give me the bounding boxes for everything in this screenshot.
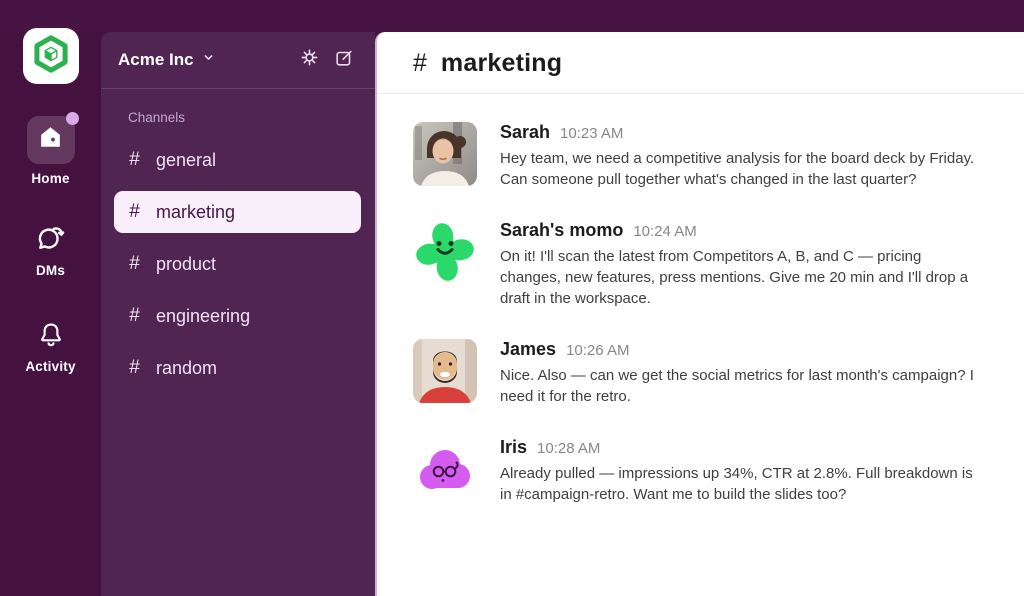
message-timestamp: 10:28 AM: [537, 440, 600, 457]
notification-dot: [66, 112, 79, 125]
channel-name: product: [156, 254, 216, 275]
home-button[interactable]: [27, 116, 75, 164]
message-author[interactable]: Iris: [500, 437, 527, 458]
message-header: Sarah 10:23 AM: [500, 122, 978, 143]
rail-item-home[interactable]: Home: [27, 116, 75, 186]
message-author[interactable]: Sarah's momo: [500, 220, 623, 241]
compose-button[interactable]: [331, 47, 357, 73]
dms-icon: [34, 222, 68, 256]
message-text: Hey team, we need a competitive analysis…: [500, 148, 978, 190]
message-body: James 10:26 AM Nice. Also — can we get t…: [500, 339, 978, 407]
settings-button[interactable]: [296, 47, 322, 73]
workspace-switcher[interactable]: Acme Inc: [118, 50, 216, 70]
message-row: Sarah 10:23 AM Hey team, we need a compe…: [413, 122, 984, 190]
channel-title: marketing: [441, 49, 562, 78]
channel-name: marketing: [156, 202, 235, 223]
channel-name: random: [156, 358, 217, 379]
workspace-name: Acme Inc: [118, 50, 194, 70]
message-timestamp: 10:23 AM: [560, 125, 623, 142]
rail-item-label: Activity: [25, 359, 75, 374]
channel-item-marketing[interactable]: # marketing: [114, 191, 361, 233]
message-header: Sarah's momo 10:24 AM: [500, 220, 978, 241]
activity-bell-icon: [34, 318, 68, 352]
message-text: On it! I'll scan the latest from Competi…: [500, 246, 978, 309]
channel-title-bar[interactable]: # marketing: [377, 32, 1024, 94]
message-timestamp: 10:24 AM: [633, 223, 696, 240]
hash-icon: #: [127, 149, 142, 171]
avatar-iris[interactable]: [413, 437, 477, 501]
channel-list: # general # marketing # product # engine…: [101, 134, 375, 394]
app-window: Home DMs: [0, 0, 1024, 596]
hash-icon: #: [413, 49, 427, 78]
hash-icon: #: [127, 305, 142, 327]
message-author[interactable]: Sarah: [500, 122, 550, 143]
top-bar: [0, 0, 1024, 32]
message-body: Iris 10:28 AM Already pulled — impressio…: [500, 437, 978, 505]
avatar-sarah[interactable]: [413, 122, 477, 186]
workspace-logo-button[interactable]: [23, 28, 79, 84]
message-author[interactable]: James: [500, 339, 556, 360]
message-body: Sarah 10:23 AM Hey team, we need a compe…: [500, 122, 978, 190]
sidebar: Acme Inc: [101, 32, 375, 596]
compose-icon: [334, 48, 354, 73]
message-row: Iris 10:28 AM Already pulled — impressio…: [413, 437, 984, 505]
message-row: Sarah's momo 10:24 AM On it! I'll scan t…: [413, 220, 984, 309]
channel-item-engineering[interactable]: # engineering: [114, 295, 361, 337]
channel-item-random[interactable]: # random: [114, 347, 361, 389]
left-rail: Home DMs: [0, 32, 101, 596]
avatar-james[interactable]: [413, 339, 477, 403]
channel-item-general[interactable]: # general: [114, 139, 361, 181]
main-panel: # marketing: [375, 32, 1024, 596]
channel-item-product[interactable]: # product: [114, 243, 361, 285]
message-list: Sarah 10:23 AM Hey team, we need a compe…: [377, 94, 1024, 596]
rail-item-activity[interactable]: Activity: [25, 318, 75, 374]
message-body: Sarah's momo 10:24 AM On it! I'll scan t…: [500, 220, 978, 309]
hash-icon: #: [127, 253, 142, 275]
rail-item-label: Home: [31, 171, 69, 186]
message-row: James 10:26 AM Nice. Also — can we get t…: [413, 339, 984, 407]
channel-name: engineering: [156, 306, 250, 327]
cube-hexagon-logo-icon: [31, 34, 71, 79]
message-header: James 10:26 AM: [500, 339, 978, 360]
message-timestamp: 10:26 AM: [566, 342, 629, 359]
chevron-down-icon: [201, 50, 216, 70]
body-row: Home DMs: [0, 32, 1024, 596]
rail-item-label: DMs: [36, 263, 65, 278]
avatar-momo[interactable]: [413, 220, 477, 284]
hash-icon: #: [127, 357, 142, 379]
message-header: Iris 10:28 AM: [500, 437, 978, 458]
channels-section-label: Channels: [128, 110, 375, 125]
message-text: Nice. Also — can we get the social metri…: [500, 365, 978, 407]
hash-icon: #: [127, 201, 142, 223]
home-icon: [37, 124, 64, 156]
gear-icon: [299, 47, 320, 73]
channel-name: general: [156, 150, 216, 171]
rail-item-dms[interactable]: DMs: [34, 222, 68, 278]
sidebar-header: Acme Inc: [101, 32, 375, 89]
message-text: Already pulled — impressions up 34%, CTR…: [500, 463, 978, 505]
